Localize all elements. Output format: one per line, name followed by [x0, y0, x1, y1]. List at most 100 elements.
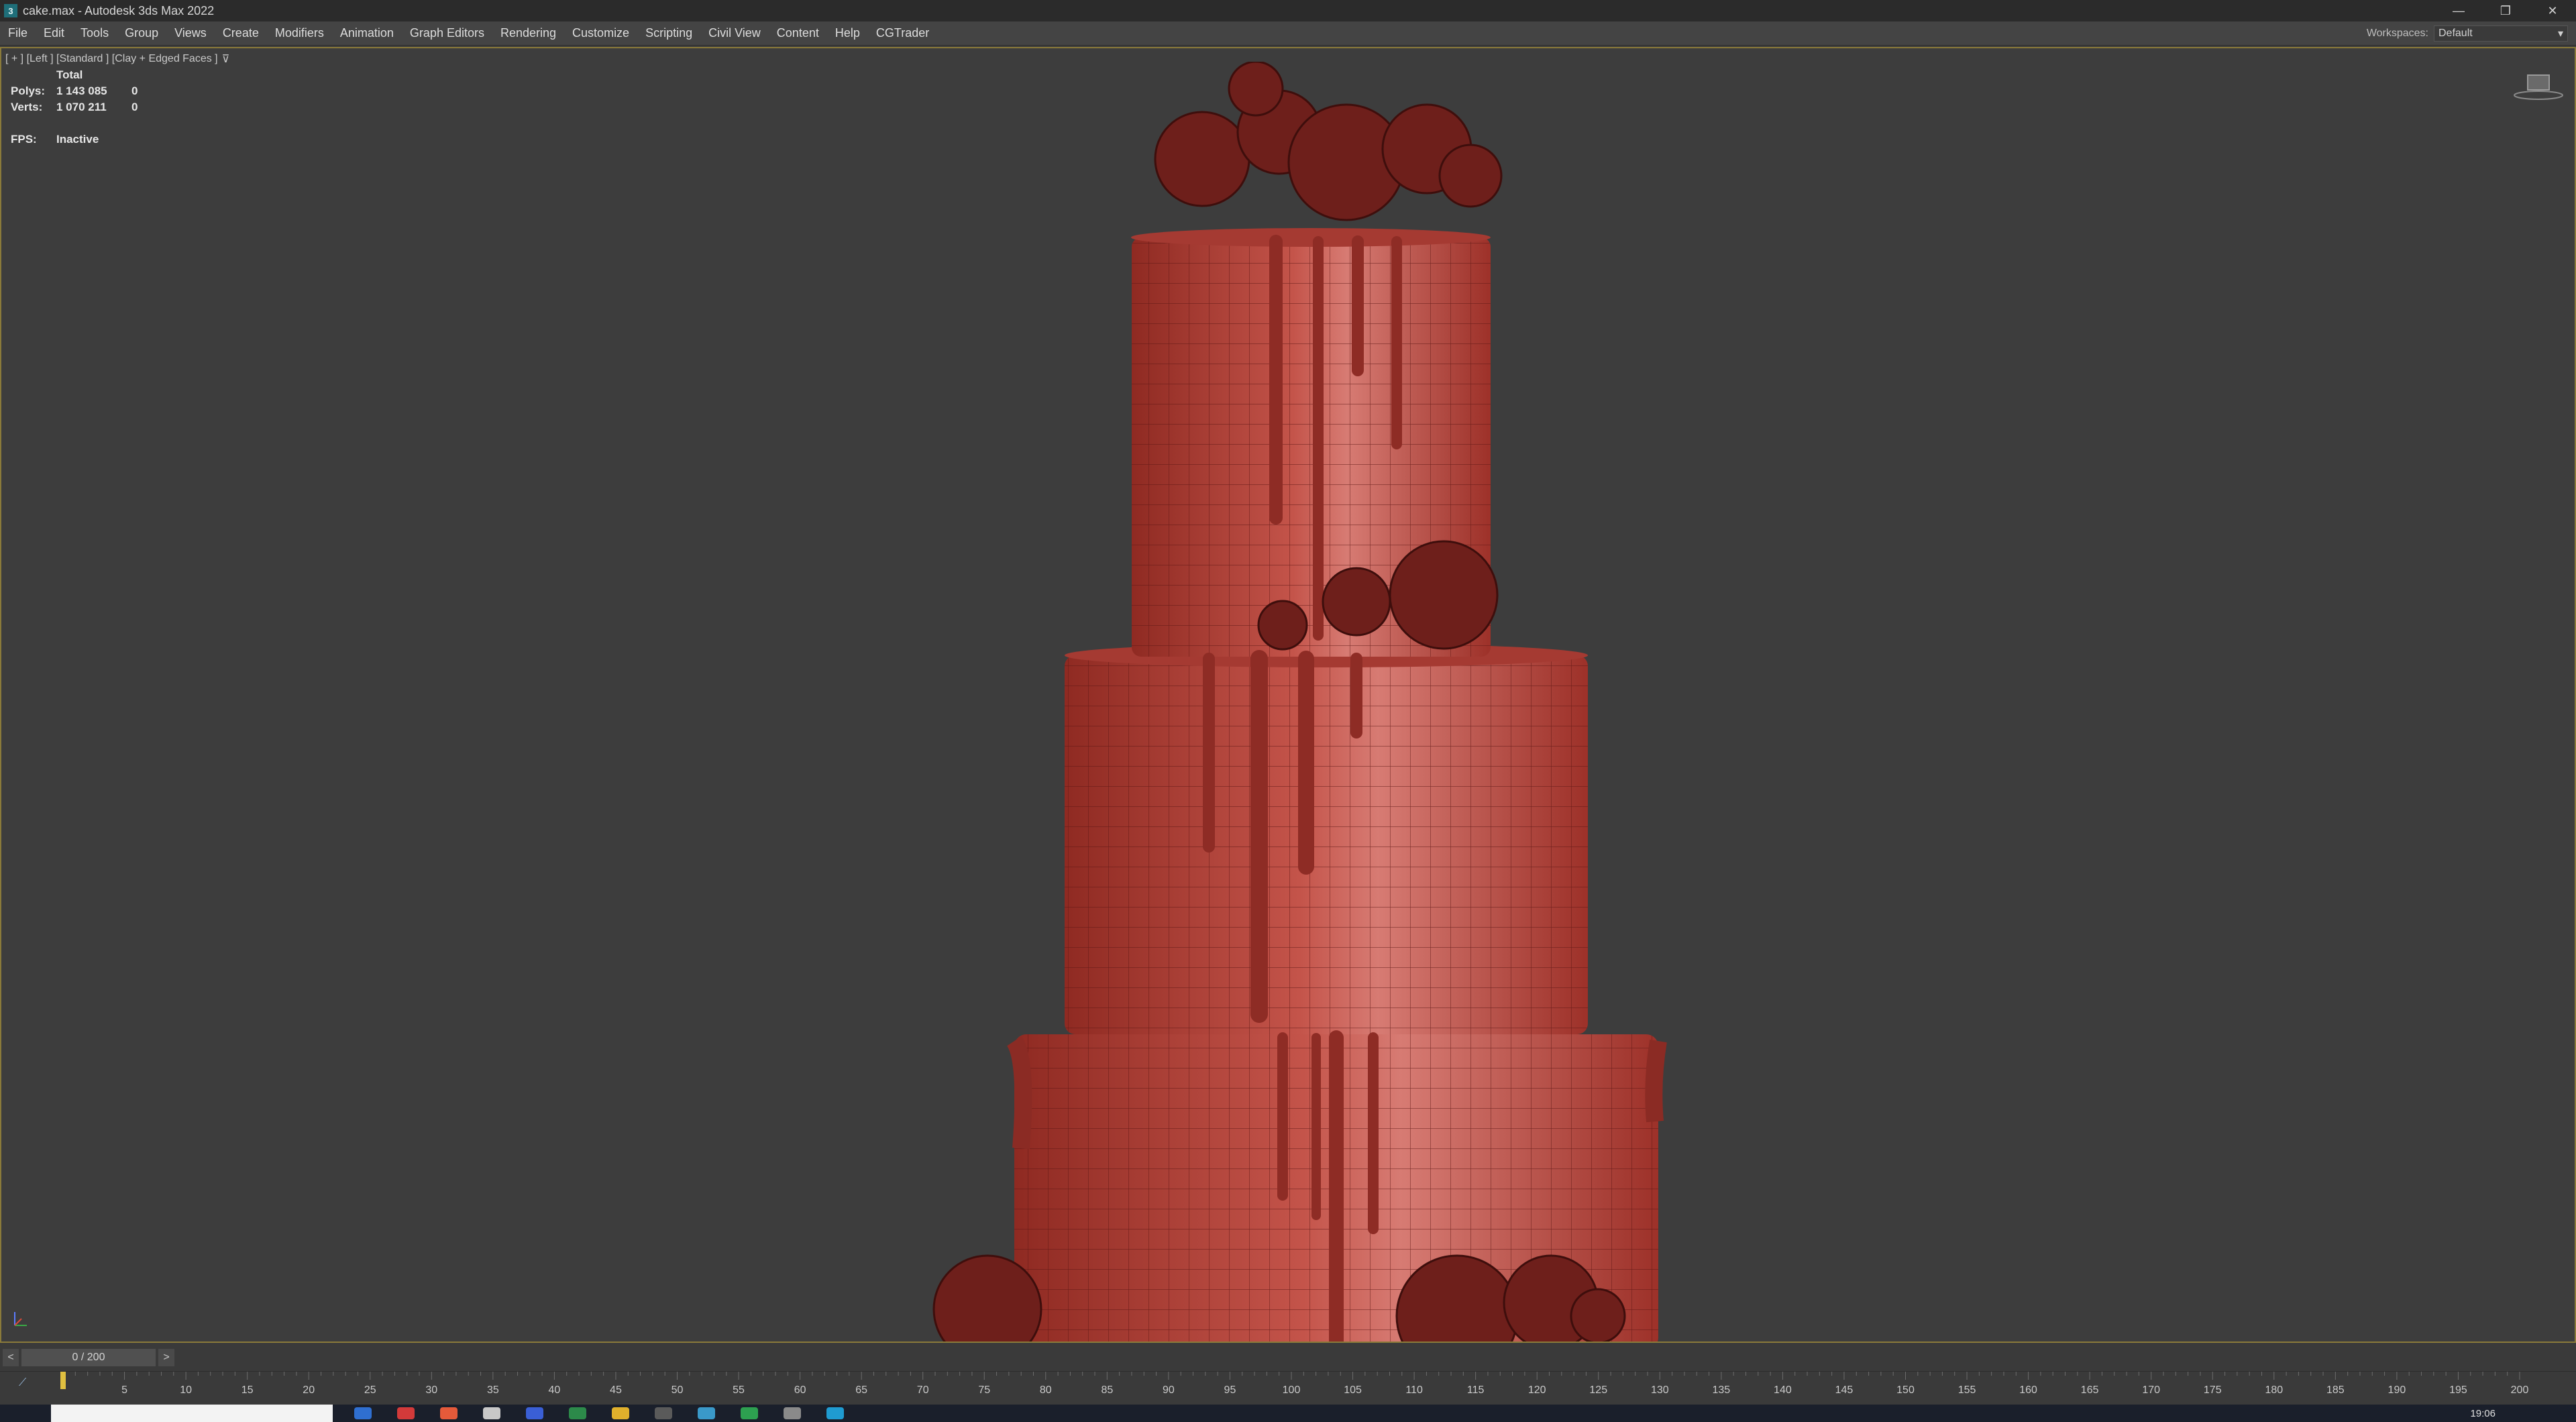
- workspaces-label: Workspaces:: [2366, 27, 2428, 39]
- menu-views[interactable]: Views: [166, 21, 215, 46]
- trackbar-tick-label: 110: [1405, 1384, 1423, 1396]
- taskbar-clock: 19:06: [2470, 1407, 2496, 1419]
- menu-scripting[interactable]: Scripting: [637, 21, 700, 46]
- trackbar-tick-label: 195: [2449, 1384, 2467, 1396]
- taskbar-3dsmax-icon[interactable]: [826, 1407, 844, 1419]
- trackbar-tick-label: 35: [487, 1384, 499, 1396]
- minimize-button[interactable]: —: [2435, 0, 2482, 21]
- trackbar-tick-label: 50: [672, 1384, 684, 1396]
- taskbar-app-icon[interactable]: [526, 1407, 543, 1419]
- taskbar-app-icon[interactable]: [354, 1407, 372, 1419]
- trackbar-tick-label: 100: [1283, 1384, 1301, 1396]
- current-frame-marker[interactable]: [60, 1372, 66, 1389]
- taskbar-app-icon[interactable]: [397, 1407, 415, 1419]
- trackbar-tick-label: 65: [855, 1384, 867, 1396]
- trackbar-tick-label: 135: [1712, 1384, 1730, 1396]
- trackbar-tick-label: 90: [1163, 1384, 1175, 1396]
- taskbar-app-icon[interactable]: [612, 1407, 629, 1419]
- viewcube-icon[interactable]: [2512, 71, 2565, 102]
- workspace-switcher: Workspaces: Default ▾: [2367, 25, 2568, 42]
- trackbar-tick-label: 145: [1835, 1384, 1854, 1396]
- taskbar-app-icon[interactable]: [569, 1407, 586, 1419]
- verts-value: 1 070 211: [56, 101, 107, 113]
- trackbar-tick-label: 130: [1651, 1384, 1669, 1396]
- trackbar-tick-label: 30: [425, 1384, 437, 1396]
- menu-content[interactable]: Content: [769, 21, 827, 46]
- menu-civil-view[interactable]: Civil View: [700, 21, 769, 46]
- trackbar-tick-label: 150: [1896, 1384, 1915, 1396]
- trackbar-tick-label: 15: [241, 1384, 254, 1396]
- trackbar-tick-label: 155: [1958, 1384, 1976, 1396]
- taskbar-app-icon[interactable]: [655, 1407, 672, 1419]
- trackbar-tick-label: 185: [2326, 1384, 2345, 1396]
- menu-graph-editors[interactable]: Graph Editors: [402, 21, 492, 46]
- trackbar-tick-label: 175: [2204, 1384, 2222, 1396]
- trackbar-tick-label: 10: [180, 1384, 192, 1396]
- verts-selected: 0: [131, 101, 138, 113]
- trackbar-tick-label: 60: [794, 1384, 806, 1396]
- trackbar-tick-label: 20: [303, 1384, 315, 1396]
- menu-file[interactable]: File: [0, 21, 36, 46]
- track-bar[interactable]: ⟋ 5 10 15 20 25 30 35 40 45 50 55 60 65 70 75 80 85 90 95 1…: [0, 1371, 2576, 1405]
- trackbar-ticks: 5 10 15 20 25 30 35 40 45 50 55 60 65 70 75 80 85 90 95 100…: [60, 1372, 2529, 1396]
- verts-label: Verts:: [11, 101, 43, 113]
- taskbar-app-icon[interactable]: [741, 1407, 758, 1419]
- trackbar-tick-label: 190: [2388, 1384, 2406, 1396]
- axis-tripod-icon: [14, 1312, 27, 1326]
- polys-selected: 0: [131, 85, 138, 97]
- trackbar-tick-label: 40: [549, 1384, 561, 1396]
- menu-create[interactable]: Create: [215, 21, 267, 46]
- cake-model[interactable]: [927, 62, 1678, 1343]
- trackbar-tick-label: 125: [1589, 1384, 1607, 1396]
- taskbar-app-icon[interactable]: [784, 1407, 801, 1419]
- fps-label: FPS:: [11, 133, 37, 146]
- window-title: cake.max - Autodesk 3ds Max 2022: [23, 3, 215, 17]
- menu-bar: File Edit Tools Group Views Create Modif…: [0, 21, 2576, 46]
- viewport-left[interactable]: [ + ] [Left ] [Standard ] [Clay + Edged …: [0, 47, 2576, 1343]
- menu-tools[interactable]: Tools: [72, 21, 117, 46]
- menu-animation[interactable]: Animation: [332, 21, 402, 46]
- window-controls: — ❐ ✕: [2435, 0, 2576, 21]
- workspace-dropdown[interactable]: Default ▾: [2434, 25, 2568, 42]
- windows-taskbar: 19:06: [0, 1405, 2576, 1422]
- trackbar-tick-label: 95: [1224, 1384, 1236, 1396]
- menu-edit[interactable]: Edit: [36, 21, 72, 46]
- menu-rendering[interactable]: Rendering: [492, 21, 564, 46]
- trackbar-tick-label: 45: [610, 1384, 622, 1396]
- menu-cgtrader[interactable]: CGTrader: [868, 21, 937, 46]
- trackbar-tick-label: 25: [364, 1384, 376, 1396]
- trackbar-tick-label: 140: [1774, 1384, 1792, 1396]
- trackbar-tick-label: 5: [121, 1384, 127, 1396]
- cake-tier-middle: [1065, 643, 1588, 1034]
- trackbar-tick-label: 70: [917, 1384, 929, 1396]
- taskbar-app-icon[interactable]: [483, 1407, 500, 1419]
- trackbar-tick-label: 55: [733, 1384, 745, 1396]
- taskbar-search-input[interactable]: [51, 1405, 333, 1422]
- trackbar-tick-label: 115: [1467, 1384, 1485, 1396]
- time-slider-next-button[interactable]: >: [158, 1349, 174, 1366]
- close-button[interactable]: ✕: [2529, 0, 2576, 21]
- trackbar-tick-label: 75: [978, 1384, 990, 1396]
- time-slider-thumb[interactable]: 0 / 200: [21, 1349, 156, 1366]
- trackbar-tick-label: 170: [2142, 1384, 2160, 1396]
- taskbar-app-icon[interactable]: [698, 1407, 715, 1419]
- fps-value: Inactive: [56, 133, 99, 146]
- menu-group[interactable]: Group: [117, 21, 166, 46]
- time-slider-prev-button[interactable]: <: [3, 1349, 19, 1366]
- filter-icon[interactable]: ⊽: [222, 52, 230, 66]
- taskbar-app-icon[interactable]: [440, 1407, 458, 1419]
- viewport-label-text[interactable]: [ + ] [Left ] [Standard ] [Clay + Edged …: [5, 53, 218, 65]
- time-slider: < 0 / 200 >: [0, 1344, 2576, 1371]
- 3dsmax-app-icon[interactable]: 3: [4, 4, 17, 17]
- restore-button[interactable]: ❐: [2482, 0, 2529, 21]
- trackbar-tick-label: 160: [2019, 1384, 2037, 1396]
- stats-total-label: Total: [56, 68, 83, 81]
- viewport-label[interactable]: [ + ] [Left ] [Standard ] [Clay + Edged …: [5, 52, 229, 66]
- trackbar-tick-label: 80: [1040, 1384, 1052, 1396]
- scene-statistics: Total Polys: 1 143 085 0 Verts: 1 070 21…: [11, 67, 138, 148]
- menu-modifiers[interactable]: Modifiers: [267, 21, 332, 46]
- trackbar-tick-label: 200: [2511, 1384, 2529, 1396]
- trackbar-tick-label: 180: [2265, 1384, 2283, 1396]
- menu-help[interactable]: Help: [827, 21, 868, 46]
- menu-customize[interactable]: Customize: [564, 21, 637, 46]
